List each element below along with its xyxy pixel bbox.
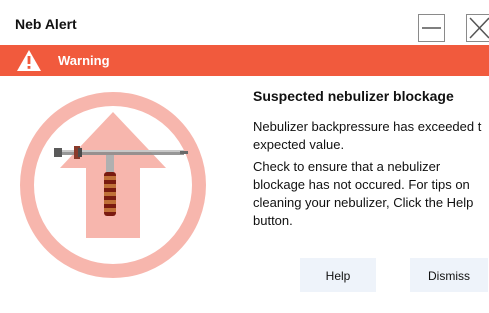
window-title: Neb Alert xyxy=(15,16,77,32)
minimize-icon xyxy=(422,27,441,29)
dismiss-button[interactable]: Dismiss xyxy=(410,258,488,292)
title-bar: Neb Alert xyxy=(0,0,489,44)
alert-message-instructions: Check to ensure that a nebulizer blockag… xyxy=(253,159,474,228)
neb-alert-window: Neb Alert Warning Suspected nebulizer bl… xyxy=(0,0,489,313)
warning-banner: Warning xyxy=(0,45,489,76)
warning-triangle-icon xyxy=(17,50,41,71)
alert-message-backpressure: Nebulizer backpressure has exceeded t ex… xyxy=(253,119,482,152)
nebulizer-blocked-arrow-icon xyxy=(20,92,206,278)
help-button[interactable]: Help xyxy=(300,258,376,292)
minimize-button[interactable] xyxy=(418,14,445,42)
close-icon xyxy=(469,17,489,39)
warning-label: Warning xyxy=(58,53,110,68)
alert-heading: Suspected nebulizer blockage xyxy=(253,88,454,104)
close-button[interactable] xyxy=(466,14,489,42)
